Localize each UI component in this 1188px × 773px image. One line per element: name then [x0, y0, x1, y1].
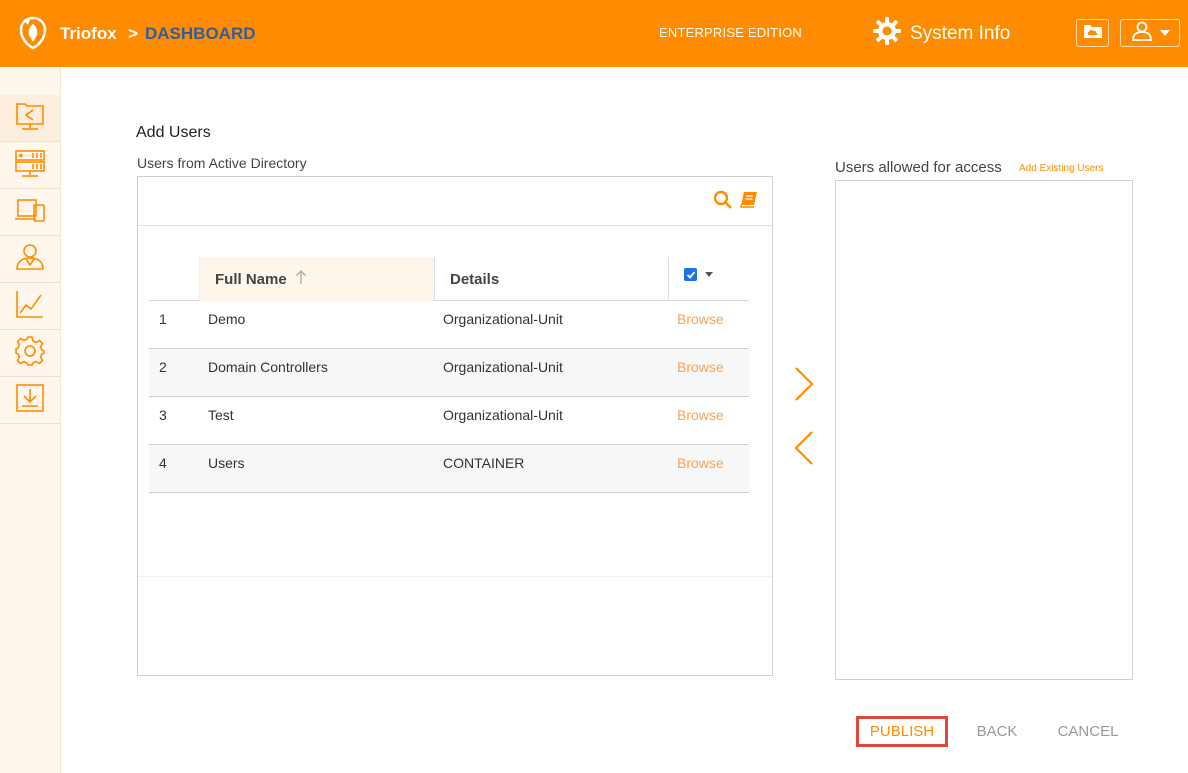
row-index: 1 — [159, 311, 167, 327]
sidebar — [0, 67, 61, 773]
book-icon[interactable] — [739, 190, 759, 213]
row-index: 4 — [159, 455, 167, 471]
user-menu-button[interactable] — [1120, 19, 1180, 47]
sidebar-item-devices[interactable] — [0, 189, 60, 236]
search-icon[interactable] — [713, 190, 733, 215]
edition-label: ENTERPRISE EDITION — [659, 25, 803, 40]
browse-link[interactable]: Browse — [677, 455, 724, 471]
brand-name[interactable]: Triofox — [60, 24, 117, 44]
browse-link[interactable]: Browse — [677, 407, 724, 423]
cloud-folder-button[interactable] — [1076, 19, 1109, 47]
column-header-full-name[interactable]: Full Name — [199, 257, 434, 301]
row-index: 2 — [159, 359, 167, 375]
system-info-button[interactable]: System Info — [872, 16, 1011, 52]
row-details: Organizational-Unit — [443, 311, 563, 327]
page-title: Add Users — [136, 124, 211, 141]
grid-header: Full Name Details — [149, 257, 749, 301]
system-info-label: System Info — [910, 23, 1011, 44]
user-icon — [1130, 21, 1154, 46]
breadcrumb-separator: > — [128, 24, 138, 43]
users-grid: Full Name Details 1 Demo Organizational-… — [149, 257, 749, 493]
column-header-label: Details — [450, 270, 500, 288]
cloud-folder-icon — [1083, 23, 1103, 44]
row-full-name: Domain Controllers — [208, 359, 328, 375]
browse-link[interactable]: Browse — [677, 311, 724, 327]
table-row[interactable]: 4 Users CONTAINER Browse — [149, 445, 749, 493]
grid-footer-divider — [138, 576, 772, 577]
row-full-name: Users — [208, 455, 245, 471]
column-header-label: Full Name — [215, 270, 287, 288]
download-icon — [14, 382, 46, 419]
triofox-logo-icon[interactable] — [18, 16, 48, 50]
row-details: CONTAINER — [443, 455, 525, 471]
add-to-allowed-arrow-icon[interactable] — [793, 366, 815, 407]
select-all-checkbox[interactable] — [684, 268, 697, 281]
breadcrumb-dashboard[interactable]: DASHBOARD — [145, 24, 256, 44]
sidebar-item-shares[interactable] — [0, 95, 60, 142]
browse-link[interactable]: Browse — [677, 359, 724, 375]
ad-users-panel: Full Name Details 1 Demo Organizational-… — [137, 176, 773, 676]
column-header-details[interactable]: Details — [434, 257, 668, 301]
publish-button[interactable]: PUBLISH — [856, 716, 948, 747]
top-bar: Triofox > DASHBOARD ENTERPRISE EDITION S… — [0, 0, 1188, 67]
allowed-users-title: Users allowed for access — [835, 159, 1002, 176]
column-header-select — [668, 257, 749, 301]
chart-icon — [14, 288, 46, 325]
sidebar-item-settings[interactable] — [0, 330, 60, 377]
sidebar-item-servers[interactable] — [0, 142, 60, 189]
sort-ascending-icon — [295, 269, 307, 289]
row-full-name: Test — [208, 407, 234, 423]
table-row[interactable]: 3 Test Organizational-Unit Browse — [149, 397, 749, 445]
devices-icon — [14, 194, 46, 231]
caret-down-icon[interactable] — [705, 272, 713, 277]
add-existing-users-link[interactable]: Add Existing Users — [1019, 163, 1103, 174]
server-icon — [14, 147, 46, 184]
row-full-name: Demo — [208, 311, 246, 327]
back-button[interactable]: BACK — [966, 716, 1028, 747]
panel-toolbar — [138, 177, 772, 226]
settings-icon — [14, 335, 46, 372]
sidebar-item-downloads[interactable] — [0, 377, 60, 424]
cancel-button[interactable]: CANCEL — [1048, 716, 1128, 747]
table-row[interactable]: 1 Demo Organizational-Unit Browse — [149, 301, 749, 349]
share-folder-icon — [14, 100, 46, 137]
chevron-down-icon — [1160, 30, 1170, 36]
row-index: 3 — [159, 407, 167, 423]
allowed-users-list[interactable] — [835, 180, 1133, 680]
sidebar-item-reports[interactable] — [0, 283, 60, 330]
row-details: Organizational-Unit — [443, 407, 563, 423]
left-panel-title: Users from Active Directory — [137, 155, 307, 171]
row-details: Organizational-Unit — [443, 359, 563, 375]
gear-icon — [872, 16, 910, 52]
remove-from-allowed-arrow-icon[interactable] — [793, 430, 815, 471]
sidebar-item-users[interactable] — [0, 236, 60, 283]
user-icon — [14, 241, 46, 278]
table-row[interactable]: 2 Domain Controllers Organizational-Unit… — [149, 349, 749, 397]
